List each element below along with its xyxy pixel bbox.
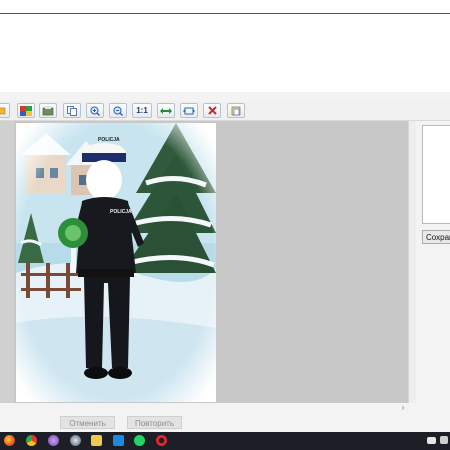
- photo-preview[interactable]: POLICJA POLICJA: [16, 123, 216, 402]
- fit-window-icon[interactable]: [180, 103, 198, 118]
- delete-icon[interactable]: [203, 103, 221, 118]
- scroll-right-icon[interactable]: ›: [398, 403, 408, 413]
- menu-strip: [0, 92, 450, 101]
- save-button[interactable]: Сохранить: [422, 230, 450, 244]
- chest-text: POLICJA: [110, 209, 132, 215]
- keyboard-icon[interactable]: [427, 437, 436, 444]
- opera-icon[interactable]: [156, 435, 167, 446]
- header-area: [0, 14, 450, 92]
- firefox-icon[interactable]: [4, 435, 15, 446]
- zoom-out-icon[interactable]: [109, 103, 127, 118]
- taskbar: [0, 432, 450, 450]
- volume-icon[interactable]: [440, 436, 448, 444]
- scanner-icon[interactable]: [39, 103, 57, 118]
- copy-icon[interactable]: [63, 103, 81, 118]
- cap-text: POLICJA: [98, 137, 120, 143]
- open-icon[interactable]: [0, 103, 10, 118]
- app-icon[interactable]: [113, 435, 124, 446]
- chrome-icon[interactable]: [26, 435, 37, 446]
- thumbnail-preview: [422, 125, 450, 224]
- toolbar: 1:1: [0, 101, 450, 121]
- tor-icon[interactable]: [48, 435, 59, 446]
- repeat-button[interactable]: Повторить: [127, 416, 182, 429]
- cancel-button[interactable]: Отменить: [60, 416, 115, 429]
- actual-size-button[interactable]: 1:1: [132, 103, 152, 118]
- colors-icon[interactable]: [17, 103, 35, 118]
- folder-icon[interactable]: [91, 435, 102, 446]
- left-strip: [0, 121, 14, 403]
- whatsapp-icon[interactable]: [134, 435, 145, 446]
- paste-icon[interactable]: [227, 103, 245, 118]
- steam-icon[interactable]: [70, 435, 81, 446]
- zoom-in-icon[interactable]: [86, 103, 104, 118]
- fit-width-icon[interactable]: [157, 103, 175, 118]
